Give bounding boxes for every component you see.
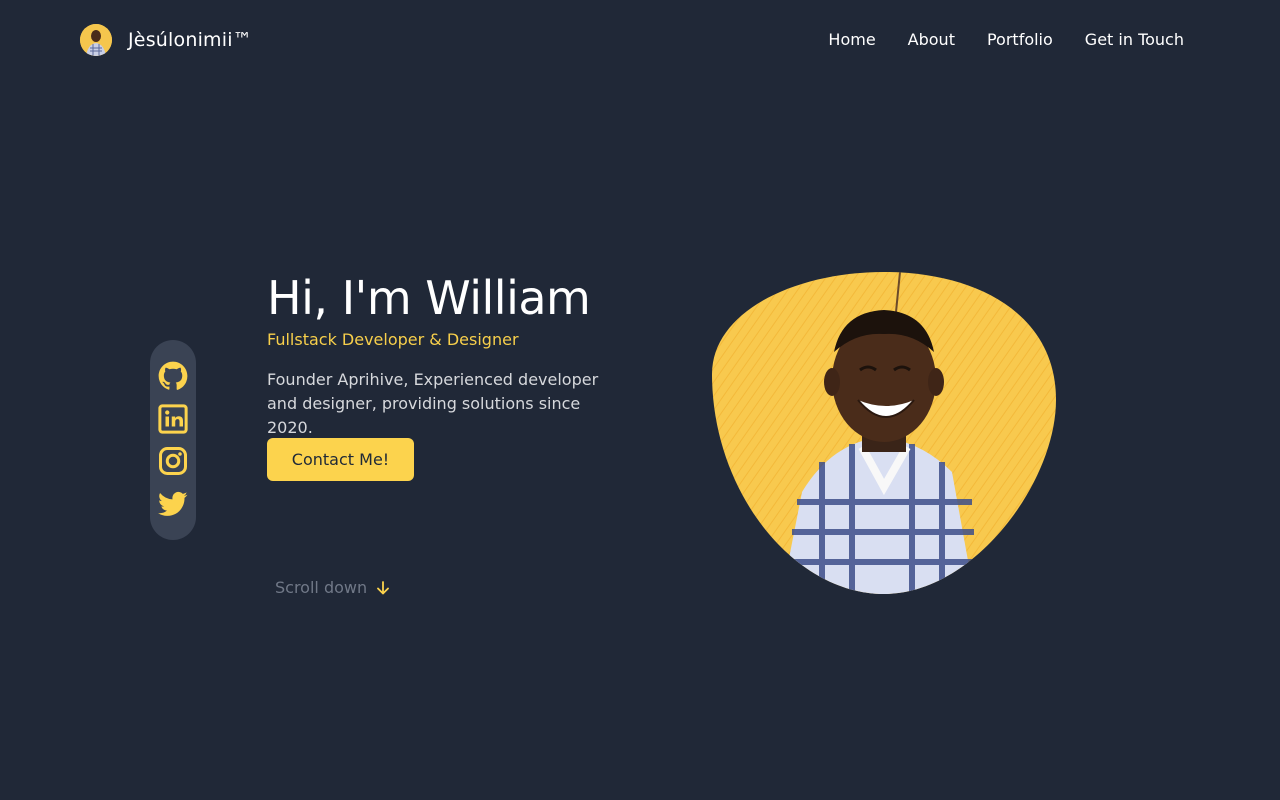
- hero-portrait: [712, 272, 1056, 594]
- nav-about-link[interactable]: About: [908, 28, 955, 52]
- main-nav: Home About Portfolio Get in Touch: [828, 28, 1184, 52]
- hero-role: Fullstack Developer & Designer: [267, 330, 519, 349]
- site-header: Jèsúlonimii™ Home About Portfolio Get in…: [0, 0, 1280, 80]
- nav-portfolio-link[interactable]: Portfolio: [987, 28, 1053, 52]
- hero-description: Founder Aprihive, Experienced developer …: [267, 370, 599, 437]
- hero-title: Hi, I'm William: [267, 271, 591, 325]
- arrow-down-icon: [377, 581, 390, 595]
- github-link[interactable]: [158, 361, 188, 391]
- social-links-sidebar: [150, 340, 196, 540]
- brand-name: Jèsúlonimii™: [128, 29, 252, 51]
- twitter-icon: [158, 492, 188, 517]
- instagram-link[interactable]: [158, 446, 188, 476]
- scroll-down-link[interactable]: Scroll down: [275, 576, 391, 600]
- brand-avatar: [80, 24, 112, 56]
- nav-contact-link[interactable]: Get in Touch: [1085, 28, 1184, 52]
- nav-home-link[interactable]: Home: [828, 28, 875, 52]
- twitter-link[interactable]: [158, 489, 188, 519]
- linkedin-link[interactable]: [158, 403, 188, 434]
- linkedin-icon: [158, 403, 188, 434]
- brand-logo-link[interactable]: Jèsúlonimii™: [80, 24, 252, 56]
- scroll-down-label: Scroll down: [275, 578, 368, 597]
- github-icon: [158, 361, 188, 390]
- contact-me-button[interactable]: Contact Me!: [267, 438, 414, 481]
- instagram-icon: [159, 447, 187, 476]
